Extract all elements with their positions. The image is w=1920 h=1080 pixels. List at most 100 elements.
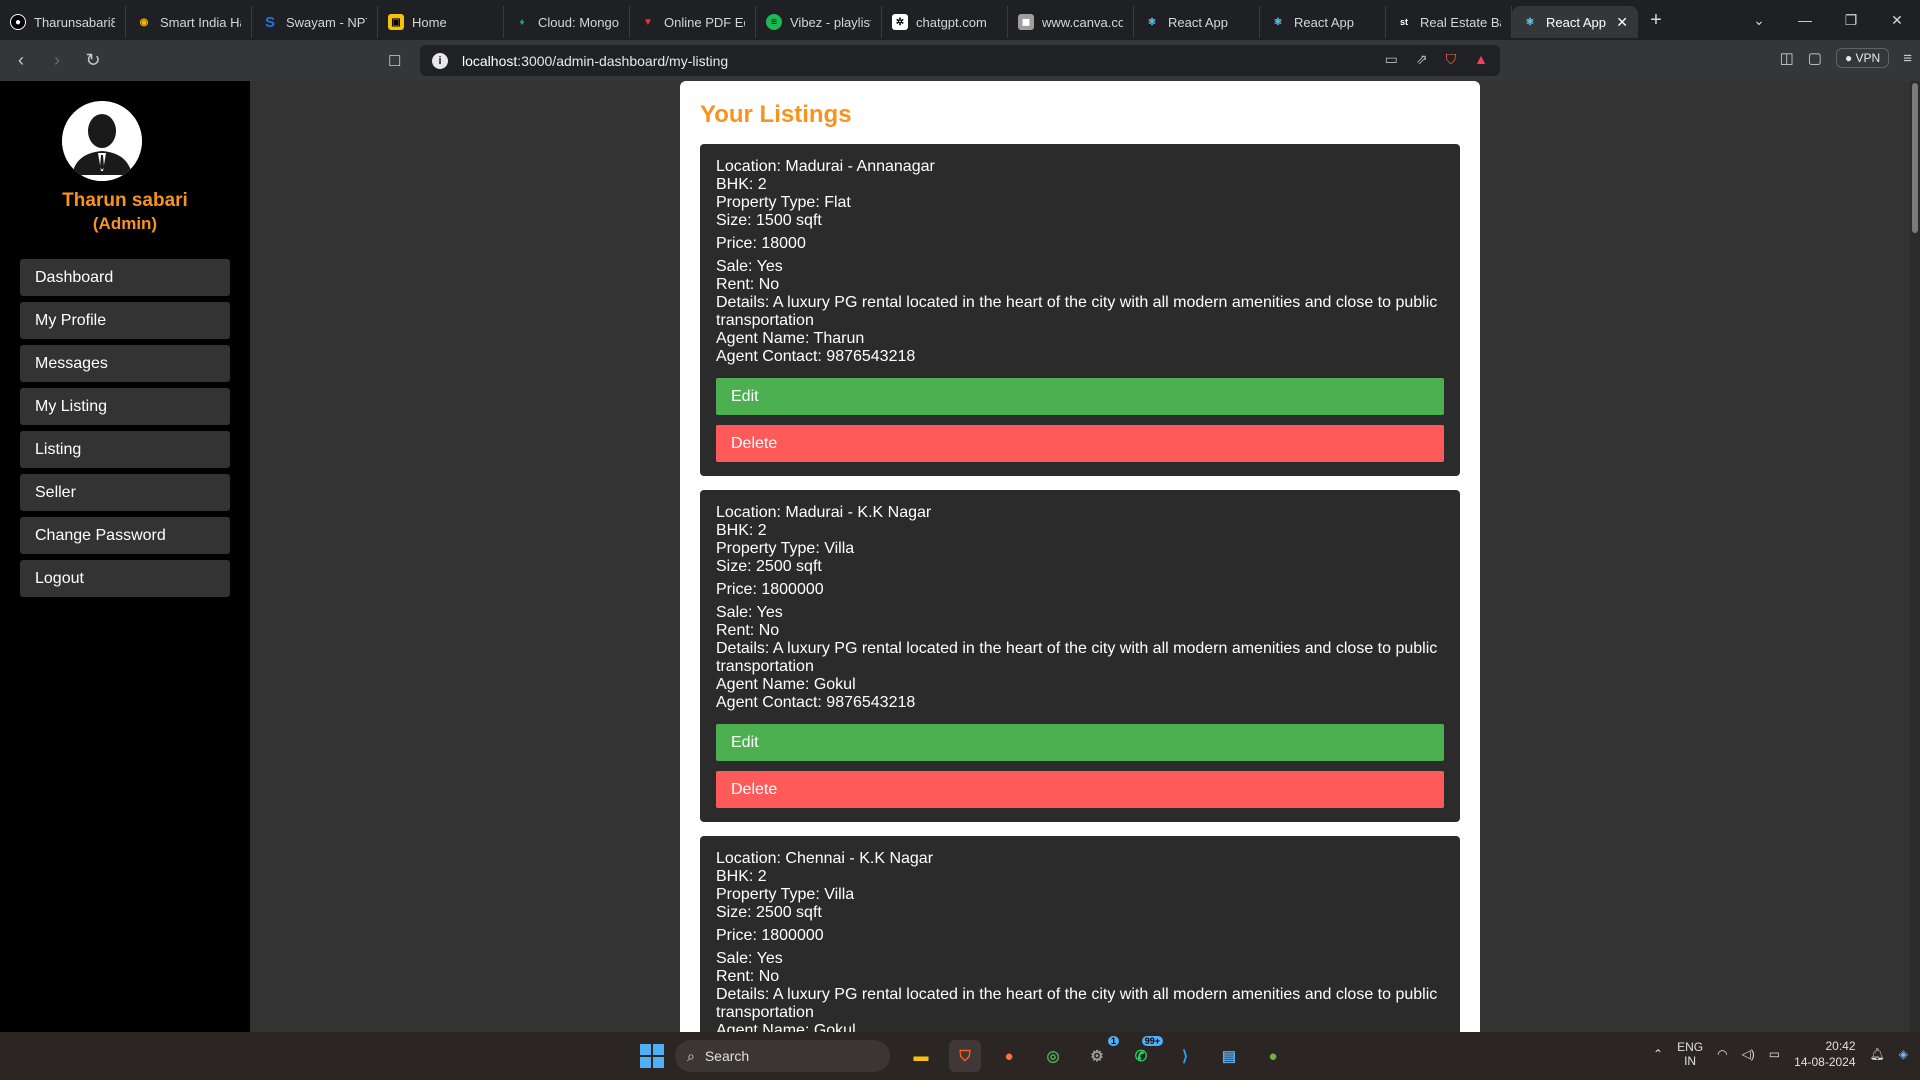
delete-button[interactable]: Delete [716,771,1444,808]
st-icon: st [1399,17,1408,27]
reload-icon[interactable]: ↻ [78,50,108,71]
browser-tab[interactable]: SSwayam - NPTE [252,6,378,38]
tab-search-icon[interactable]: ⌄ [1736,12,1782,29]
chevron-up-icon[interactable]: ⌃ [1653,1047,1663,1061]
browser-tab[interactable]: ⚛ React App [1260,6,1386,38]
sidebar-menu: Dashboard My Profile Messages My Listing… [20,259,230,603]
address-bar[interactable]: i localhost:3000/admin-dashboard/my-list… [420,45,1500,76]
sidebar-item-my-profile[interactable]: My Profile [20,302,230,339]
sidebar-item-logout[interactable]: Logout [20,560,230,597]
sidebar-item-listing[interactable]: Listing [20,431,230,468]
restore-icon[interactable]: ❐ [1828,12,1874,29]
browser-tab[interactable]: ● Tharunsabari8/ [0,6,126,38]
wallet-icon[interactable]: ▢ [1808,49,1822,67]
browser-tab[interactable]: ▣ Home [378,6,504,38]
bulb-icon: ◉ [139,16,149,28]
file-explorer-icon[interactable]: ▬ [905,1040,937,1072]
whatsapp-icon[interactable]: ✆ 99+ [1125,1036,1163,1072]
browser-tab[interactable]: ⚛ React App [1134,6,1260,38]
settings-badge: 1 [1107,1036,1119,1046]
listing-bhk: BHK: 2 [716,868,767,885]
windows-start-icon[interactable] [640,1044,664,1068]
clock[interactable]: 20:42 14-08-2024 [1794,1038,1855,1070]
scrollbar-thumb[interactable] [1912,83,1918,233]
whatsapp-badge: 99+ [1141,1036,1163,1046]
battery-icon[interactable]: ▭ [1769,1047,1780,1061]
menu-icon[interactable]: ≡ [1903,50,1912,67]
back-icon[interactable]: ‹ [6,50,36,71]
forward-icon[interactable]: › [42,50,72,71]
user-role: (Admin) [92,214,158,233]
language-indicator[interactable]: ENG IN [1677,1040,1703,1068]
browser-tab[interactable]: ◉ Smart India Ha [126,6,252,38]
listing-size: Size: 2500 sqft [716,558,822,575]
browser-tab-strip: ● Tharunsabari8/ ◉ Smart India Ha S Swayam … [0,0,1920,40]
volume-icon[interactable]: ◁) [1742,1047,1755,1061]
home-icon: ▣ [388,14,404,30]
page-scrollbar[interactable] [1910,81,1920,1032]
react-icon: ⚛ [1273,16,1283,28]
new-tab-icon[interactable]: + [1638,9,1674,32]
edit-button[interactable]: Edit [716,378,1444,415]
browser-tab[interactable]: ▼ Online PDF Edi [630,6,756,38]
share-icon[interactable]: ⇗ [1416,51,1428,68]
listing-sale: Sale: Yes [716,604,783,621]
edit-button[interactable]: Edit [716,724,1444,761]
listing-rent: Rent: No [716,968,780,985]
minimize-icon[interactable]: — [1782,12,1828,28]
taskbar-search[interactable]: ⌕ Search [675,1040,890,1072]
bookmark-icon[interactable]: ☐ [388,52,401,70]
spring-tool-icon[interactable]: ● [1257,1040,1289,1072]
listing-type: Property Type: Flat [716,194,851,211]
window-controls: ⌄ — ❐ ✕ [1736,0,1920,40]
sidebar-item-change-password[interactable]: Change Password [20,517,230,554]
close-window-icon[interactable]: ✕ [1874,12,1920,29]
brave-browser-icon[interactable]: ⛉ [949,1040,981,1072]
omnibox-actions: ▭ ⇗ ⛉ ▲ [1385,51,1488,68]
notification-bell-icon[interactable]: 🔔︎ [1870,1047,1885,1061]
browser-tab[interactable]: stReal Estate Bar [1386,6,1512,38]
listing-bhk: BHK: 2 [716,522,767,539]
settings-icon[interactable]: ⚙ 1 [1081,1036,1119,1072]
delete-button[interactable]: Delete [716,425,1444,462]
system-tray: ⌃ ENG IN ◠ ◁) ▭ 20:42 14-08-2024 🔔︎ ◈ [1653,1038,1908,1070]
browser-tab[interactable]: ≡ Vibez - playlist [756,6,882,38]
user-name: Tharun sabari [62,190,188,211]
browser-tab[interactable]: ◼www.canva.con [1008,6,1134,38]
page-viewport: Tharun sabari (Admin) Dashboard My Profi… [0,81,1920,1032]
browser-tab-active[interactable]: ⚛ React App ✕ [1512,6,1638,38]
sidebar-item-seller[interactable]: Seller [20,474,230,511]
firefox-icon[interactable]: ● [993,1040,1025,1072]
browser-tab[interactable]: ♦Cloud: MongoD [504,6,630,38]
site-info-icon[interactable]: i [432,52,448,69]
listing-card: Location: Madurai - Annanagar BHK: 2 Pro… [700,144,1460,476]
brave-shield-icon[interactable]: ⛉ [1446,51,1457,68]
cast-icon[interactable]: ▭ [1385,51,1398,68]
terminal-icon[interactable]: ▤ [1213,1040,1245,1072]
close-tab-icon[interactable]: ✕ [1616,14,1628,31]
vscode-icon[interactable]: ⟩ [1169,1040,1201,1072]
copilot-icon[interactable]: ◈ [1899,1047,1908,1061]
sidebar-item-messages[interactable]: Messages [20,345,230,382]
brave-rewards-icon[interactable]: ▲ [1474,51,1488,68]
listing-type: Property Type: Villa [716,540,855,557]
url-text[interactable]: localhost:3000/admin-dashboard/my-listin… [462,53,728,69]
user-avatar-icon [62,101,142,181]
listing-rent: Rent: No [716,622,780,639]
wifi-icon[interactable]: ◠ [1717,1047,1727,1061]
sidebar-item-my-listing[interactable]: My Listing [20,388,230,425]
chrome-icon[interactable]: ◎ [1037,1040,1069,1072]
browser-right-tools: ◫ ▢ ● VPN ≡ [1780,48,1912,68]
listing-sale: Sale: Yes [716,258,783,275]
listing-details: Details: A luxury PG rental located in t… [716,294,1438,329]
sidebar-toggle-icon[interactable]: ◫ [1780,49,1794,67]
listing-price: Price: 1800000 [716,927,824,944]
react-icon: ⚛ [1147,16,1157,28]
sidebar-item-dashboard[interactable]: Dashboard [20,259,230,296]
vpn-button[interactable]: ● VPN [1835,48,1890,68]
listing-price: Price: 18000 [716,235,806,252]
listing-size: Size: 2500 sqft [716,904,822,921]
listing-location: Location: Chennai - K.K Nagar [716,850,934,867]
listing-agent-name: Agent Name: Tharun [716,330,865,347]
browser-tab[interactable]: ✲ chatgpt.com [882,6,1008,38]
